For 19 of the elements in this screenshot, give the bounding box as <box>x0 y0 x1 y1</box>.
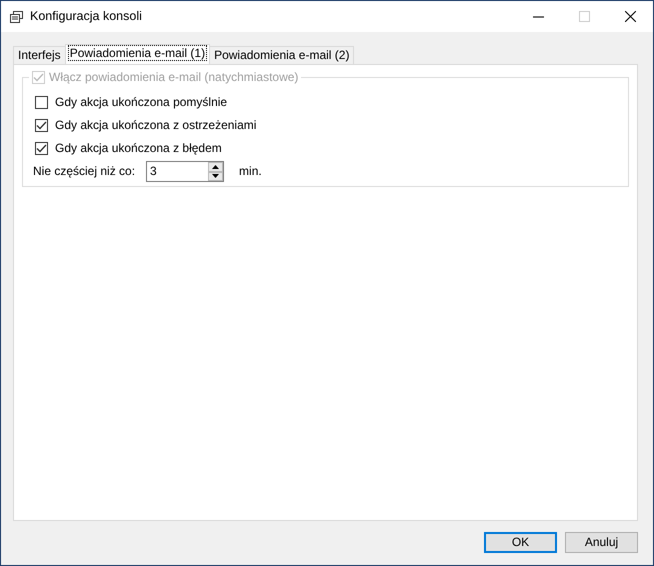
window-title: Konfiguracja konsoli <box>30 9 142 24</box>
tab[interactable]: Powiadomienia e-mail (1) <box>64 44 210 64</box>
maximize-icon <box>578 11 590 22</box>
tab[interactable]: Powiadomienia e-mail (2) <box>209 46 354 64</box>
tab[interactable]: Interfejs <box>13 46 66 64</box>
cancel-button[interactable]: Anuluj <box>565 532 638 553</box>
checkbox-label: Gdy akcja ukończona z ostrzeżeniami <box>55 118 256 133</box>
checkbox[interactable] <box>35 119 48 132</box>
close-icon <box>624 11 636 22</box>
checkbox[interactable] <box>35 96 48 109</box>
checkbox-label: Gdy akcja ukończona pomyślnie <box>55 95 228 110</box>
ok-button[interactable]: OK <box>484 532 557 553</box>
checkbox-label: Włącz powiadomienia e-mail (natychmiastowe) <box>49 70 298 84</box>
minimize-icon <box>532 16 544 18</box>
unit-label: min. <box>239 164 262 179</box>
interval-label: Nie częściej niż co: <box>33 164 136 179</box>
window-icon <box>10 10 23 22</box>
checkbox[interactable] <box>35 142 48 155</box>
checkbox-label: Gdy akcja ukończona z błędem <box>55 141 222 156</box>
